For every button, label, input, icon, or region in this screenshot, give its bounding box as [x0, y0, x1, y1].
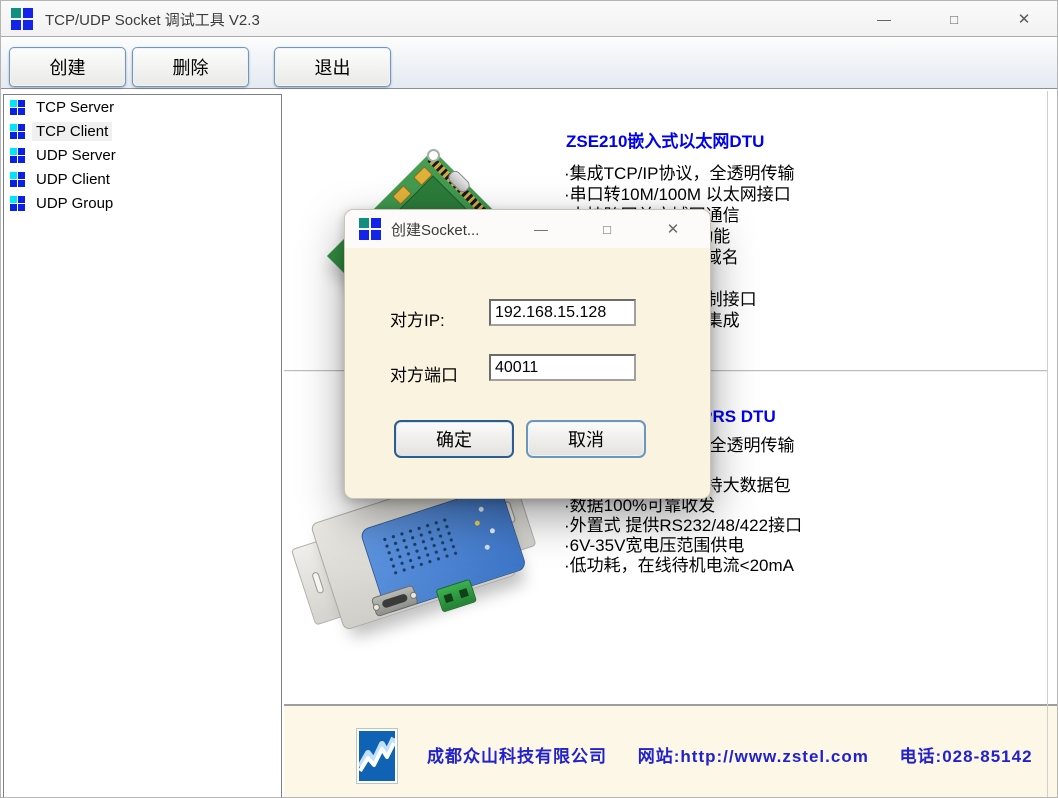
app-logo-icon	[11, 8, 33, 30]
dialog-window-controls: — □ ✕	[508, 210, 706, 248]
sidebar-item-udp-group[interactable]: UDP Group	[4, 191, 281, 215]
dialog-title: 创建Socket...	[391, 219, 479, 240]
minimize-icon: —	[534, 221, 548, 237]
sidebar-item-udp-server[interactable]: UDP Server	[4, 143, 281, 167]
dialog-close-button[interactable]: ✕	[640, 210, 706, 248]
feature-line: ·串口转10M/100M 以太网接口	[564, 184, 794, 205]
socket-type-icon	[10, 148, 25, 163]
company-logo-icon	[356, 728, 398, 784]
sidebar-item-label: TCP Server	[32, 98, 118, 117]
dialog-maximize-button[interactable]: □	[574, 210, 640, 248]
sidebar-item-label: UDP Server	[32, 146, 120, 165]
dialog-titlebar[interactable]: 创建Socket... — □ ✕	[345, 210, 710, 248]
company-name: 成都众山科技有限公司	[427, 747, 607, 766]
exit-button[interactable]: 退出	[274, 47, 391, 87]
maximize-icon: □	[603, 222, 611, 237]
footer-bar: 成都众山科技有限公司 网站:http://www.zstel.com 电话:02…	[284, 704, 1058, 798]
socket-type-icon	[10, 124, 25, 139]
close-icon: ✕	[1018, 10, 1031, 28]
peer-ip-input[interactable]	[489, 299, 636, 326]
sidebar-item-tcp-client[interactable]: TCP Client	[4, 119, 281, 143]
feature-line: ·外置式 提供RS232/48/422接口	[564, 516, 802, 536]
create-socket-dialog: 创建Socket... — □ ✕ 对方IP: 对方端口 确定 取消	[344, 209, 711, 499]
ok-button[interactable]: 确定	[394, 420, 514, 458]
socket-type-icon	[10, 100, 25, 115]
peer-ip-label: 对方IP:	[390, 306, 445, 331]
close-button[interactable]: ✕	[989, 1, 1058, 37]
toolbar: 创建 删除 退出	[1, 38, 1058, 89]
device-led	[489, 528, 495, 534]
feature-line: ·低功耗，在线待机电流<20mA	[564, 556, 802, 576]
close-icon: ✕	[667, 220, 680, 238]
device-led	[484, 544, 490, 550]
company-phone: 电话:028-85142	[900, 747, 1033, 766]
window-controls: — □ ✕	[849, 1, 1058, 37]
feature-line: ·集成TCP/IP协议，全透明传输	[564, 163, 794, 184]
device-led	[478, 506, 484, 512]
dialog-minimize-button[interactable]: —	[508, 210, 574, 248]
peer-port-label: 对方端口	[390, 361, 458, 386]
sidebar-item-tcp-server[interactable]: TCP Server	[4, 95, 281, 119]
dialog-logo-icon	[359, 218, 381, 240]
titlebar: TCP/UDP Socket 调试工具 V2.3 — □ ✕	[1, 1, 1058, 37]
cancel-button[interactable]: 取消	[526, 420, 646, 458]
window-title: TCP/UDP Socket 调试工具 V2.3	[45, 9, 260, 30]
socket-type-icon	[10, 172, 25, 187]
create-button[interactable]: 创建	[9, 47, 126, 87]
sidebar-item-label: UDP Client	[32, 170, 114, 189]
content-right-border	[1047, 91, 1048, 798]
footer-text: 成都众山科技有限公司 网站:http://www.zstel.com 电话:02…	[427, 742, 1058, 767]
feature-line: ·数据100%可靠收发	[564, 496, 802, 516]
sidebar-tree: TCP Server TCP Client UDP Server UDP Client…	[3, 94, 282, 798]
device-led	[474, 520, 480, 526]
sidebar-item-label: TCP Client	[32, 122, 112, 141]
pcb-mounting-hole	[427, 149, 440, 162]
maximize-icon: □	[950, 12, 958, 27]
socket-type-icon	[10, 196, 25, 211]
sidebar-item-label: UDP Group	[32, 194, 117, 213]
maximize-button[interactable]: □	[919, 1, 989, 37]
sidebar-item-udp-client[interactable]: UDP Client	[4, 167, 281, 191]
app-window: TCP/UDP Socket 调试工具 V2.3 — □ ✕ 创建 删除 退出 …	[0, 0, 1058, 798]
device-grille	[379, 515, 462, 578]
peer-port-input[interactable]	[489, 354, 636, 381]
minimize-icon: —	[877, 11, 891, 27]
product-title-zse210: ZSE210嵌入式以太网DTU	[566, 127, 764, 152]
minimize-button[interactable]: —	[849, 1, 919, 37]
company-website: 网站:http://www.zstel.com	[638, 747, 869, 766]
delete-button[interactable]: 删除	[132, 47, 249, 87]
feature-line: ·6V-35V宽电压范围供电	[564, 536, 802, 556]
